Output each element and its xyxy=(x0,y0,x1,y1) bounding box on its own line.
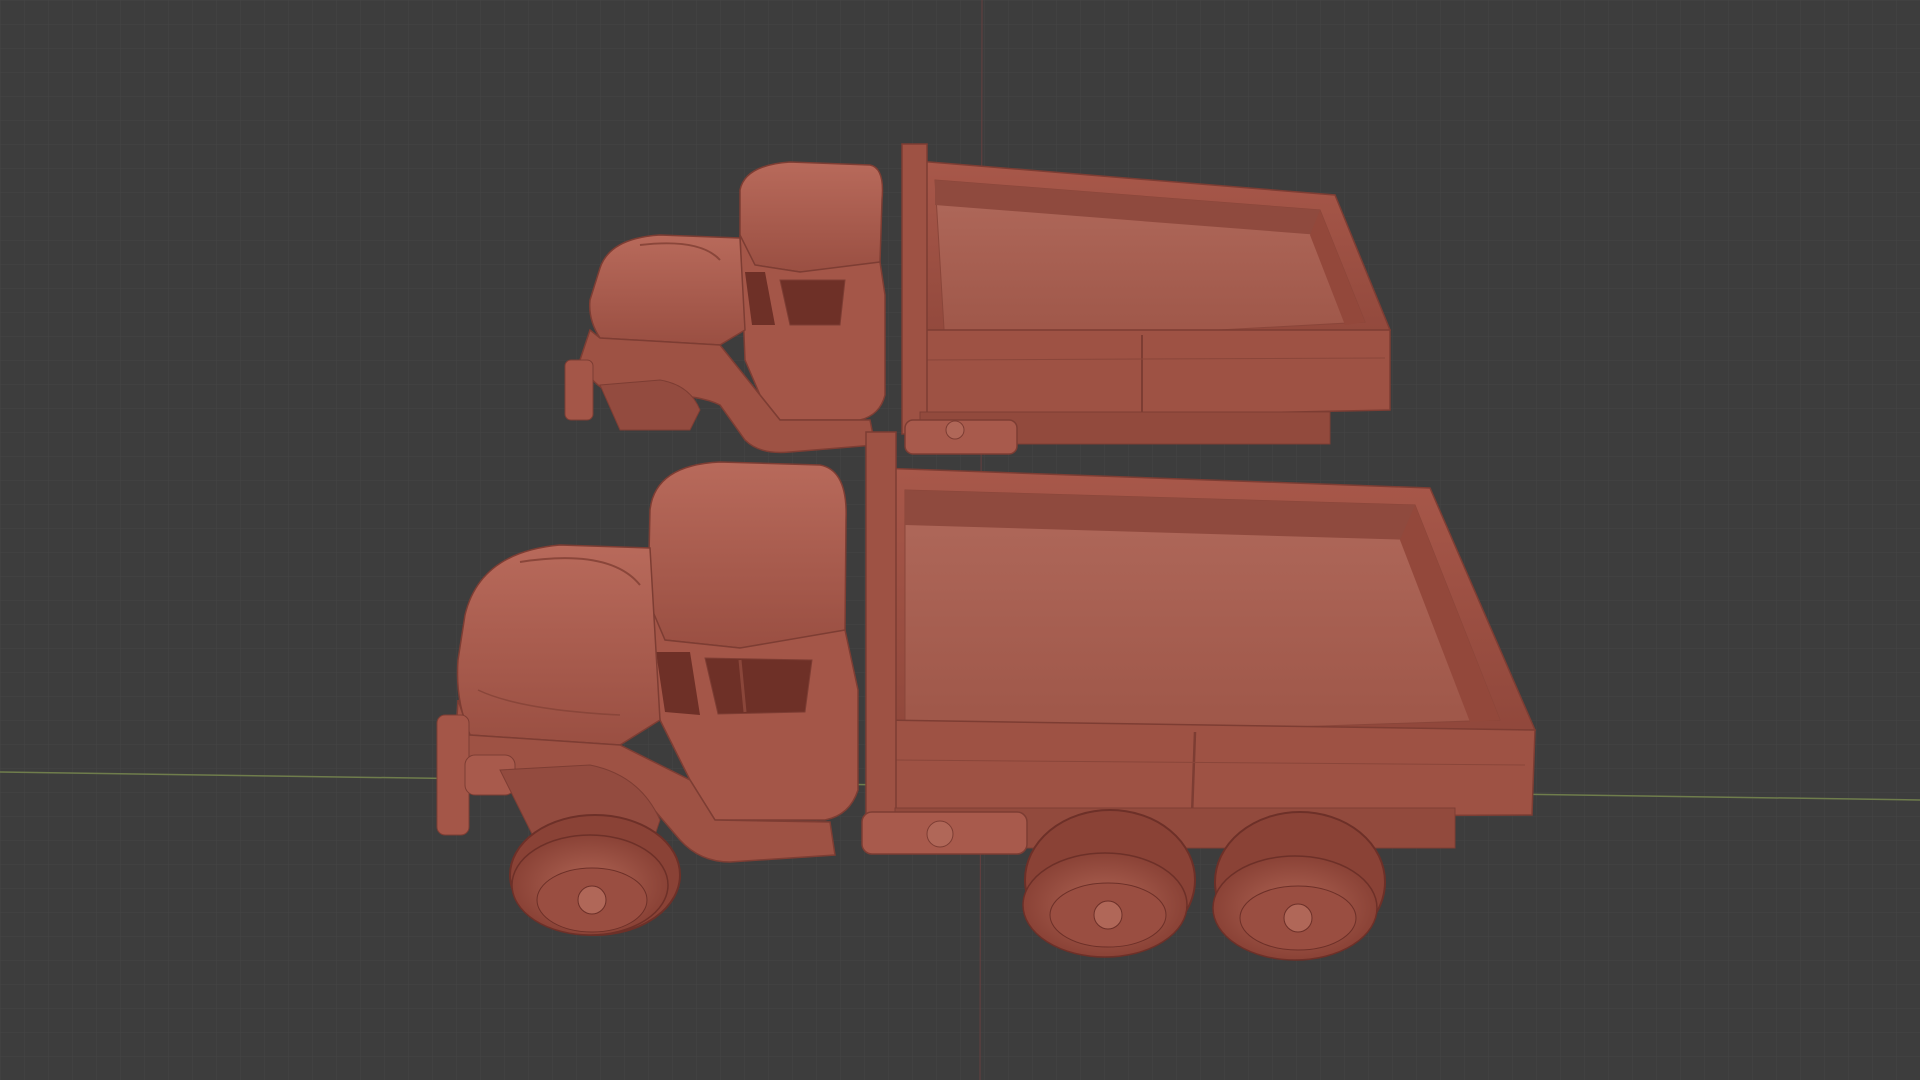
front-wheel[interactable] xyxy=(509,814,681,936)
viewport-canvas[interactable] xyxy=(0,0,1920,1080)
3d-viewport[interactable] xyxy=(0,0,1920,1080)
rear-wheel-2[interactable] xyxy=(1212,811,1386,961)
rear-wheel-1[interactable] xyxy=(1022,809,1196,958)
